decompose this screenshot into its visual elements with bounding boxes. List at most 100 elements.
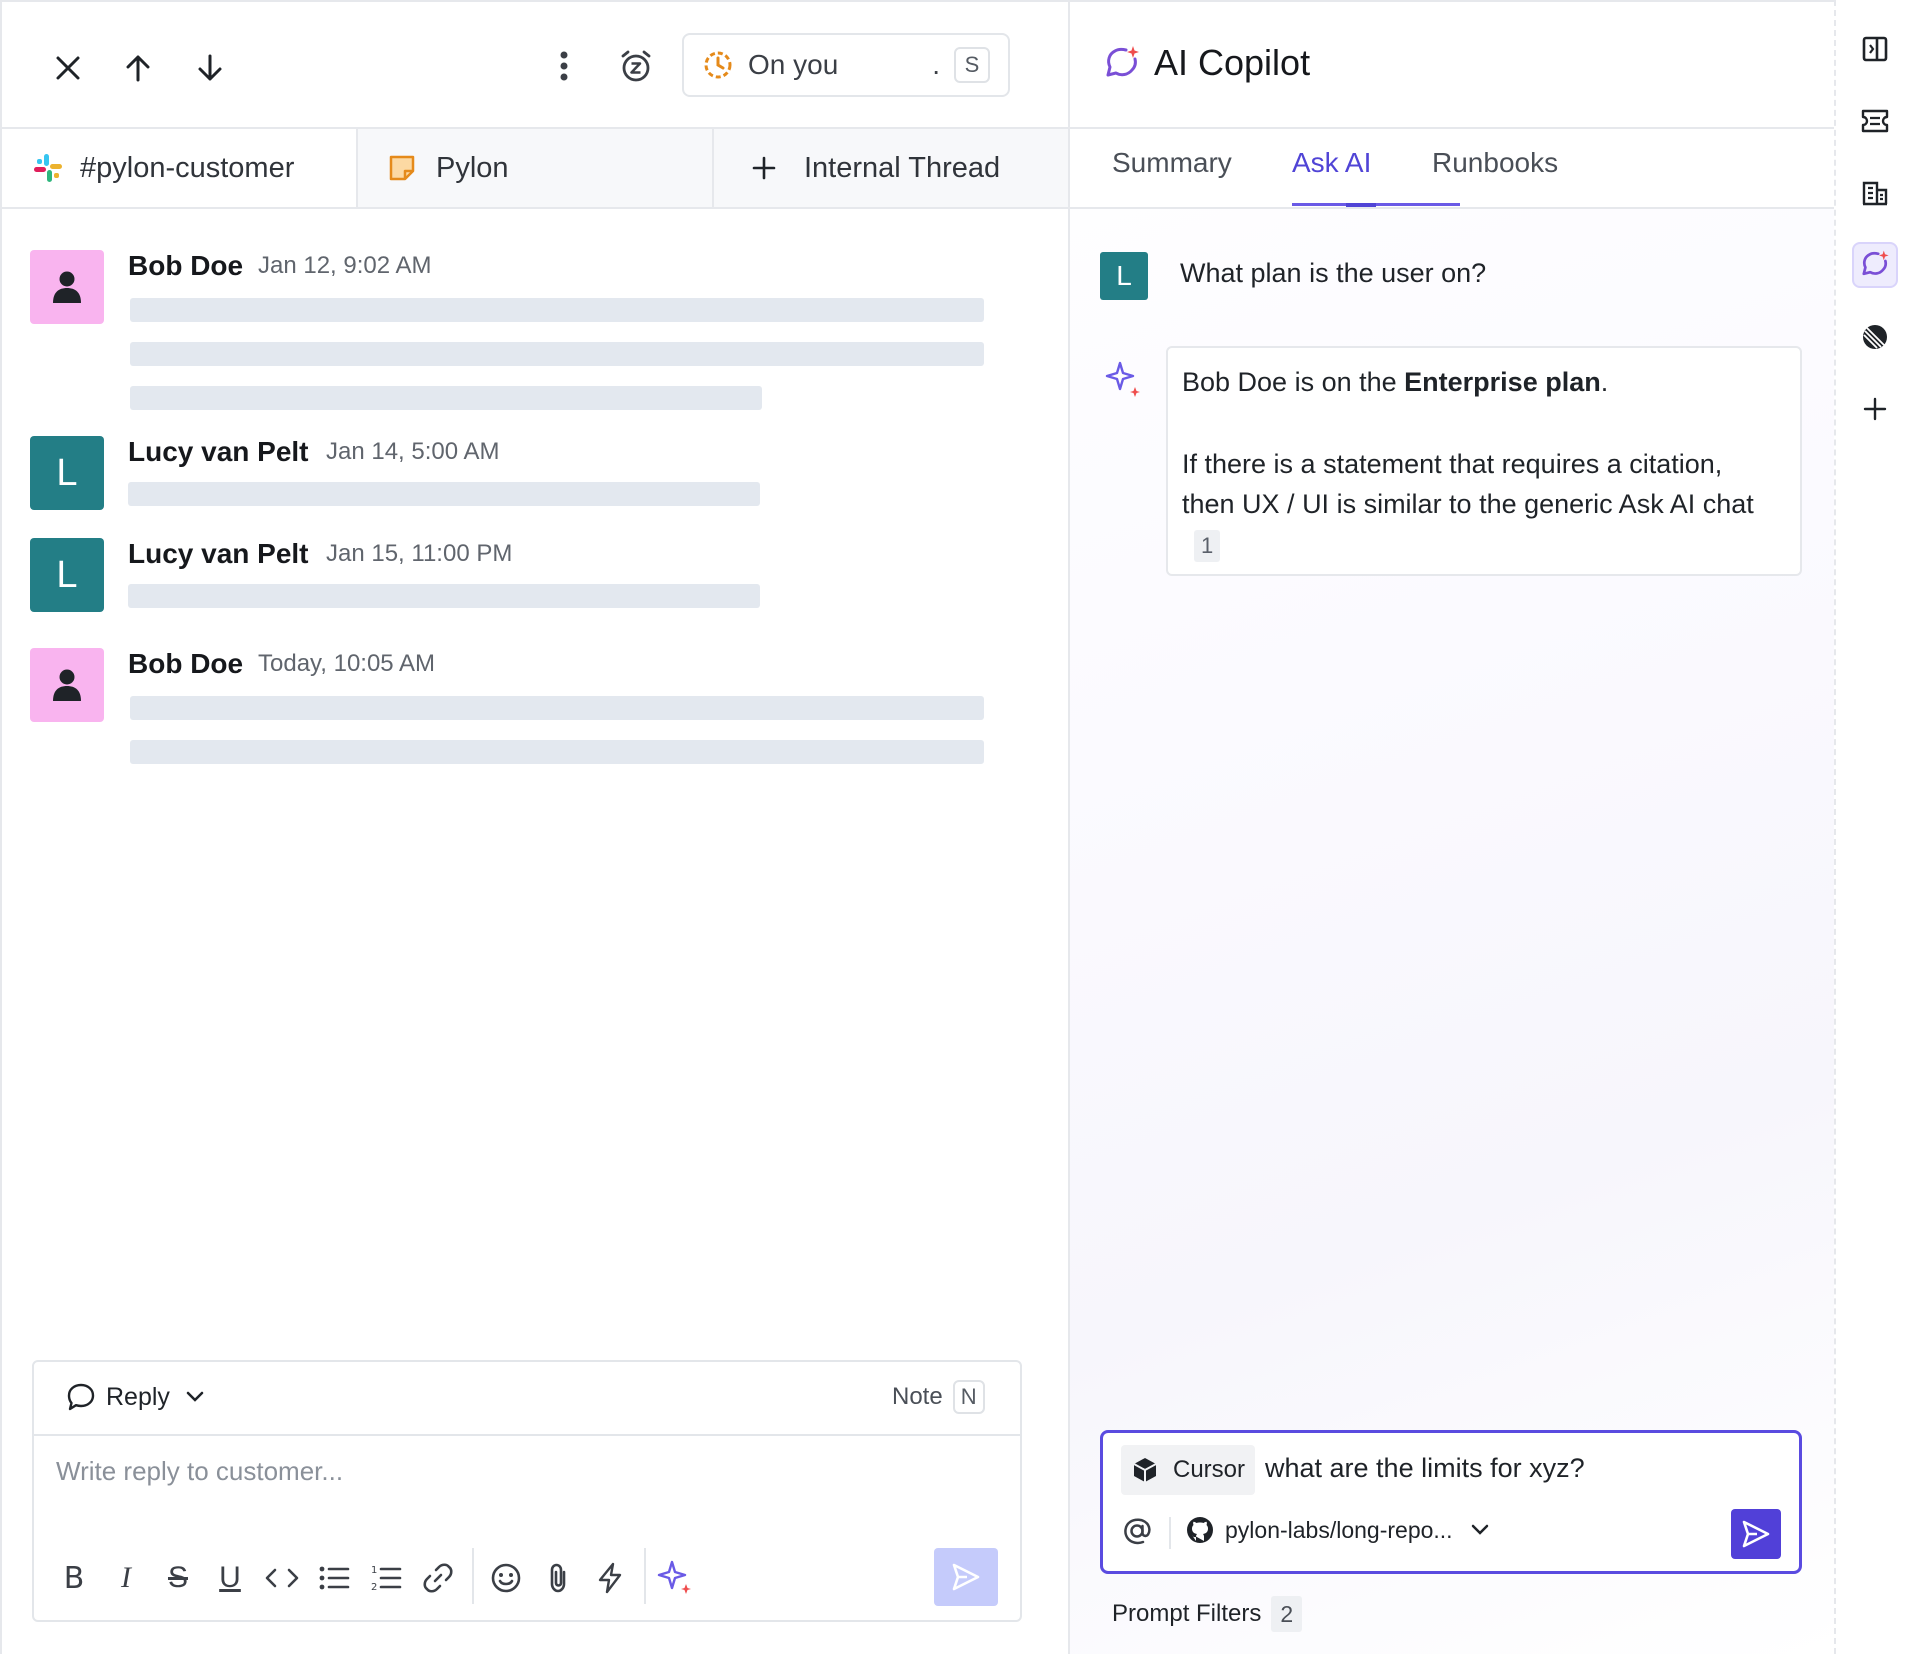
message-timestamp: Today, 10:05 AM — [258, 650, 435, 677]
message-author: Lucy van Pelt — [128, 436, 309, 467]
input-divider — [1169, 1517, 1171, 1549]
conversation-header: On you . S — [2, 2, 1068, 129]
at-mention-icon[interactable] — [1121, 1515, 1153, 1547]
snooze-alarm-icon[interactable] — [612, 42, 660, 90]
toggle-panel-icon[interactable] — [1852, 26, 1898, 72]
avatar: L — [30, 436, 104, 510]
tab-underline-extension — [1376, 203, 1460, 206]
building-icon[interactable] — [1852, 170, 1898, 216]
italic-icon[interactable]: I — [106, 1558, 146, 1598]
copilot-icon[interactable] — [1852, 242, 1898, 288]
message-timestamp: Jan 12, 9:02 AM — [258, 252, 432, 279]
copilot-header: AI Copilot — [1070, 2, 1834, 129]
copilot-title: AI Copilot — [1154, 42, 1311, 83]
tab-label: #pylon-customer — [80, 151, 295, 184]
message-text-placeholder — [130, 298, 984, 322]
numbered-list-icon[interactable]: 12 — [366, 1558, 406, 1598]
citation-badge[interactable]: 1 — [1194, 529, 1221, 562]
copilot-icon — [1102, 44, 1142, 84]
chat-bubble-icon — [66, 1382, 96, 1412]
chevron-down-icon — [1471, 1524, 1489, 1536]
answer-paragraph-text: If there is a statement that requires a … — [1182, 449, 1754, 519]
ai-sparkle-icon[interactable] — [656, 1558, 696, 1598]
answer-suffix: . — [1600, 367, 1609, 397]
plus-icon — [752, 156, 776, 180]
ask-ai-query-input[interactable]: what are the limits for xyz? — [1265, 1453, 1585, 1484]
prompt-filters-button[interactable]: Prompt Filters 2 — [1112, 1596, 1303, 1632]
repo-selector[interactable]: pylon-labs/long-repo... — [1185, 1515, 1489, 1545]
send-icon — [951, 1562, 981, 1592]
answer-prefix: Bob Doe is on the — [1182, 367, 1405, 397]
message-item: Bob Doe Jan 12, 9:02 AM — [30, 250, 1010, 410]
composer-header: Reply Note N — [34, 1362, 1020, 1436]
tab-internal-thread[interactable]: Internal Thread — [714, 129, 1068, 207]
avatar: L — [30, 538, 104, 612]
avatar — [30, 250, 104, 324]
arrow-down-icon[interactable] — [186, 44, 234, 92]
tab-ask-ai[interactable]: Ask AI — [1292, 147, 1371, 179]
message-text-placeholder — [130, 342, 984, 366]
person-icon — [52, 667, 82, 703]
message-timestamp: Jan 14, 5:00 AM — [326, 438, 500, 465]
source-chip-label: Cursor — [1173, 1456, 1246, 1483]
more-vertical-icon[interactable] — [540, 42, 588, 90]
toolbar-divider — [472, 1548, 474, 1604]
chevron-down-icon — [186, 1391, 204, 1403]
channel-tabs: #pylon-customer Pylon Internal Thread — [2, 129, 1068, 209]
reply-mode-dropdown[interactable]: Reply — [66, 1382, 204, 1412]
ask-ai-send-button[interactable] — [1731, 1509, 1781, 1559]
reply-input[interactable]: Write reply to customer... — [56, 1456, 996, 1496]
svg-text:2: 2 — [371, 1582, 377, 1593]
github-icon — [1185, 1515, 1215, 1545]
close-icon[interactable] — [44, 44, 92, 92]
add-app-icon[interactable] — [1852, 386, 1898, 432]
tab-runbooks[interactable]: Runbooks — [1432, 147, 1558, 179]
tab-summary[interactable]: Summary — [1112, 147, 1232, 179]
message-timestamp: Jan 15, 11:00 PM — [326, 540, 513, 567]
answer-paragraph: If there is a statement that requires a … — [1182, 444, 1782, 564]
send-button[interactable] — [934, 1548, 998, 1606]
bold-icon[interactable]: B — [54, 1558, 94, 1598]
ask-ai-input-box: Cursor what are the limits for xyz? pylo… — [1100, 1430, 1802, 1574]
prompt-filters-label: Prompt Filters — [1112, 1600, 1262, 1627]
linear-app-icon[interactable] — [1852, 314, 1898, 360]
message-text-placeholder — [130, 740, 984, 764]
copilot-pane — [1068, 0, 1834, 1654]
lightning-icon[interactable] — [590, 1558, 630, 1598]
bullet-list-icon[interactable] — [314, 1558, 354, 1598]
strikethrough-icon[interactable]: S — [158, 1558, 198, 1598]
source-chip[interactable]: Cursor — [1121, 1445, 1256, 1495]
status-dot: . — [932, 49, 940, 80]
tab-pylon[interactable]: Pylon — [358, 129, 714, 207]
message-item: Bob Doe Today, 10:05 AM — [30, 648, 1010, 768]
ai-sparkle-icon — [1104, 360, 1144, 400]
avatar — [30, 648, 104, 722]
note-shortcut: N — [952, 1380, 985, 1414]
svg-text:1: 1 — [371, 1565, 377, 1576]
note-toggle[interactable]: Note N — [892, 1380, 985, 1414]
ticket-icon[interactable] — [1852, 98, 1898, 144]
ai-question: What plan is the user on? — [1180, 258, 1487, 288]
send-icon — [1741, 1519, 1771, 1549]
copilot-tabs: Summary Ask AI Runbooks — [1070, 129, 1834, 209]
status-shortcut: S — [954, 47, 990, 83]
underline-icon[interactable]: U — [210, 1558, 250, 1598]
code-icon[interactable] — [262, 1558, 302, 1598]
message-author: Lucy van Pelt — [128, 538, 309, 569]
tab-pylon-customer[interactable]: #pylon-customer — [2, 129, 358, 207]
emoji-icon[interactable] — [486, 1558, 526, 1598]
slack-icon — [32, 152, 64, 184]
assignment-status-button[interactable]: On you . S — [682, 33, 1010, 97]
message-item: L Lucy van Pelt Jan 14, 5:00 AM — [30, 436, 1010, 516]
link-icon[interactable] — [418, 1558, 458, 1598]
cube-icon — [1131, 1456, 1159, 1484]
message-text-placeholder — [130, 696, 984, 720]
active-tab-indicator — [1346, 203, 1376, 207]
arrow-up-icon[interactable] — [114, 44, 162, 92]
attachment-icon[interactable] — [538, 1558, 578, 1598]
tab-label: Pylon — [436, 151, 509, 184]
note-label: Note — [892, 1383, 943, 1410]
prompt-filters-count: 2 — [1271, 1596, 1303, 1632]
message-text-placeholder — [128, 584, 760, 608]
message-author: Bob Doe — [128, 250, 244, 281]
